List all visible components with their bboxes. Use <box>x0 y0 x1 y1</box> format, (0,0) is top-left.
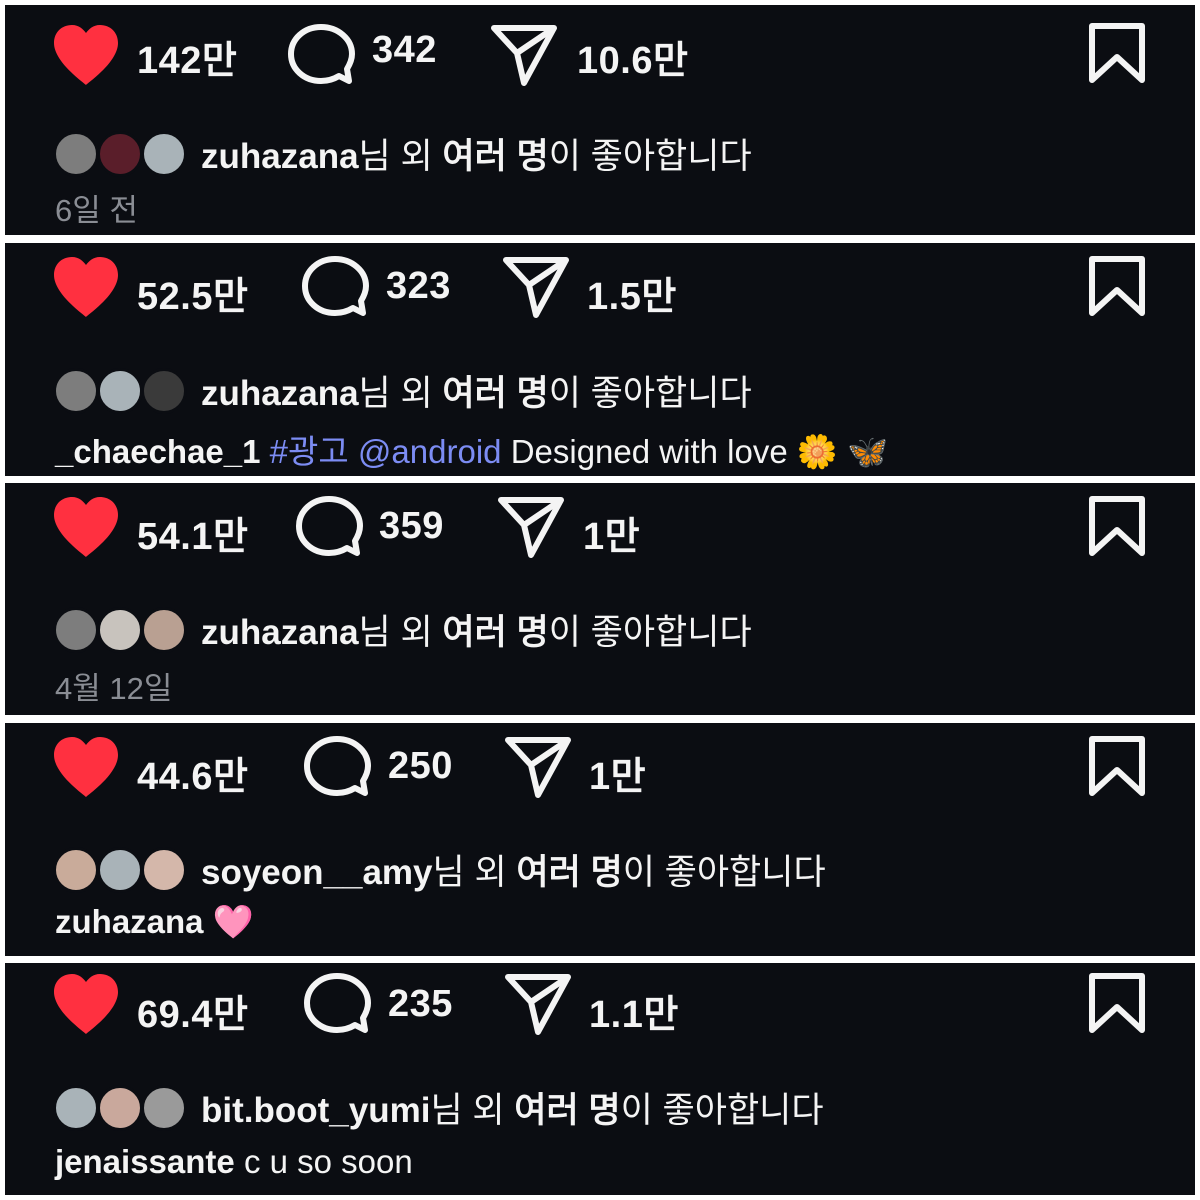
comment-count[interactable]: 235 <box>388 983 453 1026</box>
liker-avatars <box>53 1084 191 1131</box>
action-bar: 52.5만 323 1.5만 <box>5 243 1195 343</box>
paper-plane-icon[interactable] <box>489 23 559 87</box>
liker-username[interactable]: zuhazana <box>201 374 359 413</box>
bookmark-icon[interactable] <box>1088 735 1146 797</box>
caption: zuhazana 🩷 <box>55 903 254 942</box>
liker-username[interactable]: soyeon__amy <box>201 853 433 892</box>
heart-icon[interactable] <box>50 255 122 319</box>
comment-count[interactable]: 342 <box>372 29 437 72</box>
heart-icon[interactable] <box>50 23 122 87</box>
avatar <box>97 1084 143 1131</box>
caption-hashtag[interactable]: #광고 <box>270 433 349 470</box>
avatar <box>141 846 187 893</box>
liker-avatars <box>53 367 191 414</box>
share-count[interactable]: 1.5만 <box>587 265 677 320</box>
post-3: 54.1만 359 1만 zuhazana님 외 여러 명이 좋아합니다 4월 … <box>5 483 1195 715</box>
avatar <box>97 367 143 414</box>
paper-plane-icon[interactable] <box>503 735 573 799</box>
liked-by-row[interactable]: zuhazana님 외 여러 명이 좋아합니다 <box>53 604 752 653</box>
share-count[interactable]: 1만 <box>589 745 646 800</box>
share-count[interactable]: 1만 <box>583 505 640 560</box>
heart-icon[interactable] <box>50 495 122 559</box>
avatar <box>141 367 187 414</box>
action-bar: 44.6만 250 1만 <box>5 723 1195 823</box>
share-count[interactable]: 1.1만 <box>589 983 679 1038</box>
liked-by-text: soyeon__amy님 외 여러 명이 좋아합니다 <box>201 853 826 892</box>
caption: jenaissante c u so soon <box>55 1143 413 1181</box>
post-4: 44.6만 250 1만 soyeon__amy님 외 여러 명이 좋아합니다 … <box>5 723 1195 956</box>
like-count[interactable]: 54.1만 <box>137 505 248 560</box>
comment-count[interactable]: 359 <box>379 505 444 548</box>
share-count[interactable]: 10.6만 <box>577 29 688 84</box>
avatar <box>141 1084 187 1131</box>
post-5: 69.4만 235 1.1만 bit.boot_yumi님 외 여러 명이 좋아… <box>5 963 1195 1195</box>
action-bar: 54.1만 359 1만 <box>5 483 1195 583</box>
bookmark-icon[interactable] <box>1088 495 1146 557</box>
liked-by-row[interactable]: zuhazana님 외 여러 명이 좋아합니다 <box>53 365 752 414</box>
caption-username[interactable]: zuhazana <box>55 903 204 940</box>
liked-by-row[interactable]: zuhazana님 외 여러 명이 좋아합니다 <box>53 128 752 177</box>
avatar <box>97 606 143 653</box>
caption-text: c u so soon <box>243 1143 413 1180</box>
liker-avatars <box>53 130 191 177</box>
comment-bubble-icon[interactable] <box>287 23 355 87</box>
bookmark-icon[interactable] <box>1088 22 1146 84</box>
liked-by-text: zuhazana님 외 여러 명이 좋아합니다 <box>201 374 752 413</box>
liker-avatars <box>53 846 191 893</box>
comment-bubble-icon[interactable] <box>303 735 371 799</box>
post-date: 6일 전 <box>55 193 138 228</box>
liker-username[interactable]: zuhazana <box>201 137 359 176</box>
avatar <box>53 606 99 653</box>
avatar <box>141 130 187 177</box>
liker-avatars <box>53 606 191 653</box>
like-count[interactable]: 52.5만 <box>137 265 248 320</box>
avatar <box>97 130 143 177</box>
heart-icon[interactable] <box>50 972 122 1036</box>
post-date: 4월 12일 <box>55 671 173 706</box>
comment-bubble-icon[interactable] <box>295 495 363 559</box>
liked-by-text: zuhazana님 외 여러 명이 좋아합니다 <box>201 137 752 176</box>
caption-text: Designed with love 🌼 🦋 <box>510 433 889 470</box>
comment-count[interactable]: 323 <box>386 265 451 308</box>
bookmark-icon[interactable] <box>1088 972 1146 1034</box>
liker-username[interactable]: bit.boot_yumi <box>201 1091 430 1130</box>
avatar <box>53 367 99 414</box>
avatar <box>97 846 143 893</box>
liked-by-text: bit.boot_yumi님 외 여러 명이 좋아합니다 <box>201 1091 824 1130</box>
avatar <box>53 1084 99 1131</box>
paper-plane-icon[interactable] <box>496 495 566 559</box>
caption-username[interactable]: _chaechae_1 <box>55 433 261 470</box>
heart-icon[interactable] <box>50 735 122 799</box>
paper-plane-icon[interactable] <box>501 255 571 319</box>
bookmark-icon[interactable] <box>1088 255 1146 317</box>
liked-by-row[interactable]: soyeon__amy님 외 여러 명이 좋아합니다 <box>53 844 826 893</box>
post-2: 52.5만 323 1.5만 zuhazana님 외 여러 명이 좋아합니다 _… <box>5 243 1195 476</box>
like-count[interactable]: 69.4만 <box>137 983 248 1038</box>
caption-username[interactable]: jenaissante <box>55 1143 235 1180</box>
caption-mention[interactable]: @android <box>358 433 502 470</box>
liker-username[interactable]: zuhazana <box>201 613 359 652</box>
like-count[interactable]: 142만 <box>137 29 237 84</box>
action-bar: 142만 342 10.6만 <box>5 5 1195 105</box>
avatar <box>53 130 99 177</box>
liked-by-row[interactable]: bit.boot_yumi님 외 여러 명이 좋아합니다 <box>53 1082 824 1131</box>
caption: _chaechae_1 #광고 @android Designed with l… <box>55 425 888 473</box>
comment-count[interactable]: 250 <box>388 745 453 788</box>
avatar <box>53 846 99 893</box>
liked-by-text: zuhazana님 외 여러 명이 좋아합니다 <box>201 613 752 652</box>
paper-plane-icon[interactable] <box>503 972 573 1036</box>
action-bar: 69.4만 235 1.1만 <box>5 963 1195 1063</box>
comment-bubble-icon[interactable] <box>301 255 369 319</box>
avatar <box>141 606 187 653</box>
like-count[interactable]: 44.6만 <box>137 745 248 800</box>
comment-bubble-icon[interactable] <box>303 972 371 1036</box>
caption-text: 🩷 <box>212 903 254 940</box>
post-1: 142만 342 10.6만 zuhazana님 외 여러 명이 좋아합니다 6… <box>5 5 1195 235</box>
